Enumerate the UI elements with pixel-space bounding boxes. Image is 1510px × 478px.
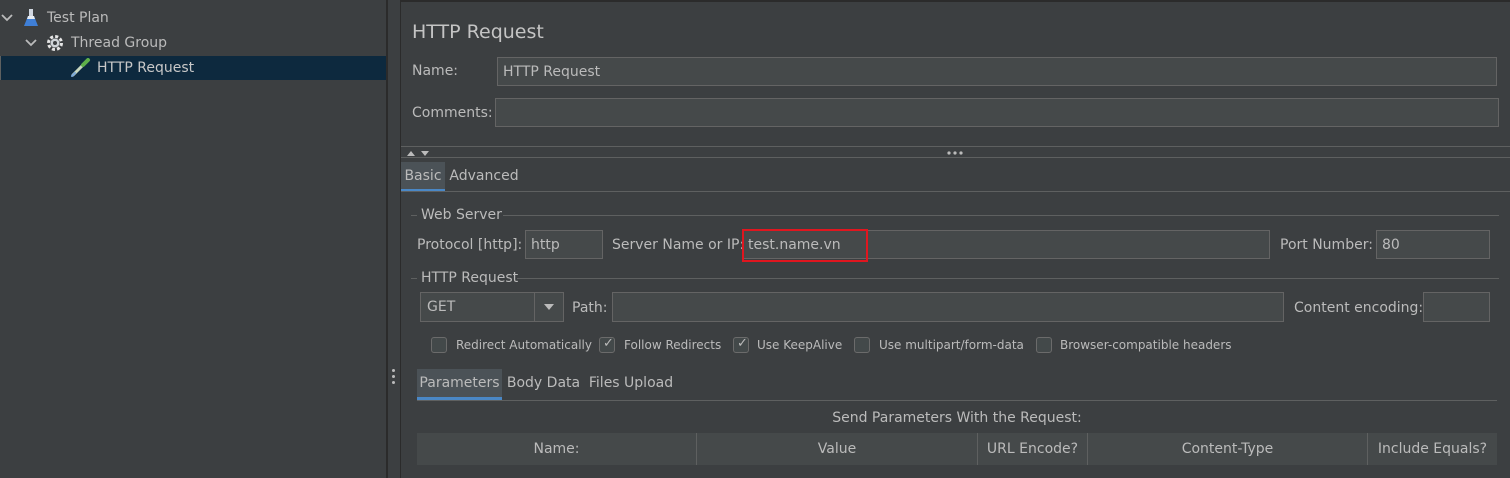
- divider: [401, 146, 1510, 147]
- fieldset-line: [517, 278, 1499, 279]
- tree-item-http-request[interactable]: HTTP Request: [0, 56, 386, 80]
- divider: [401, 157, 1510, 158]
- tree-item-test-plan[interactable]: Test Plan: [0, 6, 386, 30]
- protocol-input[interactable]: http: [525, 230, 603, 259]
- tree-item-label: Test Plan: [47, 10, 109, 26]
- browser-compatible-headers-checkbox[interactable]: [1036, 337, 1052, 353]
- path-input[interactable]: [612, 292, 1284, 322]
- fieldset-line: [411, 215, 417, 216]
- port-number-label: Port Number:: [1280, 237, 1373, 253]
- server-name-label: Server Name or IP:: [612, 237, 745, 253]
- fieldset-line: [411, 278, 417, 279]
- content-encoding-label: Content encoding:: [1294, 300, 1424, 316]
- tab-parameters[interactable]: Parameters: [417, 369, 502, 397]
- collapse-arrows-icon[interactable]: [406, 149, 430, 157]
- use-multipart-checkbox[interactable]: [854, 337, 870, 353]
- protocol-label: Protocol [http]:: [417, 237, 523, 253]
- fieldset-line: [503, 215, 1499, 216]
- web-server-legend: Web Server: [421, 207, 502, 223]
- follow-redirects-checkbox[interactable]: ✓: [599, 336, 615, 353]
- use-multipart-label: Use multipart/form-data: [879, 338, 1024, 352]
- panel-splitter[interactable]: [388, 0, 401, 478]
- gear-icon: [47, 35, 63, 51]
- tree-item-thread-group[interactable]: Thread Group: [0, 31, 386, 55]
- http-request-legend: HTTP Request: [421, 270, 519, 286]
- flask-icon: [24, 9, 38, 26]
- column-header-value[interactable]: Value: [697, 433, 978, 465]
- grip-dot: [392, 369, 395, 372]
- column-header-name[interactable]: Name:: [417, 433, 697, 465]
- pipette-icon: [71, 58, 90, 77]
- comments-input[interactable]: [495, 98, 1499, 127]
- use-keepalive-label: Use KeepAlive: [757, 338, 843, 352]
- tab-basic[interactable]: Basic: [401, 162, 445, 189]
- comments-label: Comments:: [412, 105, 493, 121]
- use-keepalive-checkbox[interactable]: ✓: [733, 336, 749, 353]
- highlight-box: [742, 229, 868, 262]
- dropdown-button[interactable]: [534, 293, 563, 321]
- path-label: Path:: [572, 300, 608, 316]
- tab-body-data[interactable]: Body Data: [505, 369, 582, 397]
- parameters-caption: Send Parameters With the Request:: [832, 410, 1082, 426]
- method-value: GET: [427, 299, 456, 315]
- tree-item-label: Thread Group: [71, 35, 168, 51]
- redirect-automatically-label: Redirect Automatically: [456, 338, 592, 352]
- method-select[interactable]: GET: [420, 292, 564, 322]
- check-mark-icon: ✓: [603, 336, 614, 351]
- chevron-down-icon[interactable]: [0, 11, 14, 25]
- follow-redirects-label: Follow Redirects: [624, 338, 722, 352]
- tree-guide-line: [0, 56, 5, 80]
- name-label: Name:: [412, 63, 459, 79]
- grip-dot: [392, 375, 395, 378]
- tab-divider: [417, 400, 1497, 401]
- tree-item-label: HTTP Request: [97, 60, 195, 76]
- grip-dot: [392, 381, 395, 384]
- drag-handle-icon[interactable]: [946, 150, 964, 156]
- column-header-include-equals[interactable]: Include Equals?: [1368, 433, 1497, 465]
- port-number-input[interactable]: 80: [1376, 230, 1490, 259]
- check-mark-icon: ✓: [737, 336, 748, 351]
- test-plan-tree[interactable]: Test Plan Thread Group HTTP Request: [0, 0, 386, 478]
- tab-divider: [401, 191, 1510, 192]
- redirect-automatically-checkbox[interactable]: [431, 337, 447, 353]
- name-input[interactable]: HTTP Request: [497, 57, 1497, 86]
- page-title: HTTP Request: [412, 21, 544, 43]
- column-header-url-encode[interactable]: URL Encode?: [978, 433, 1088, 465]
- tab-advanced[interactable]: Advanced: [449, 162, 519, 189]
- chevron-down-icon[interactable]: [24, 36, 38, 50]
- column-header-content-type[interactable]: Content-Type: [1088, 433, 1368, 465]
- browser-compatible-headers-label: Browser-compatible headers: [1060, 338, 1232, 352]
- tab-files-upload[interactable]: Files Upload: [586, 369, 676, 397]
- triangle-down-icon: [544, 304, 554, 310]
- content-encoding-input[interactable]: [1423, 292, 1490, 322]
